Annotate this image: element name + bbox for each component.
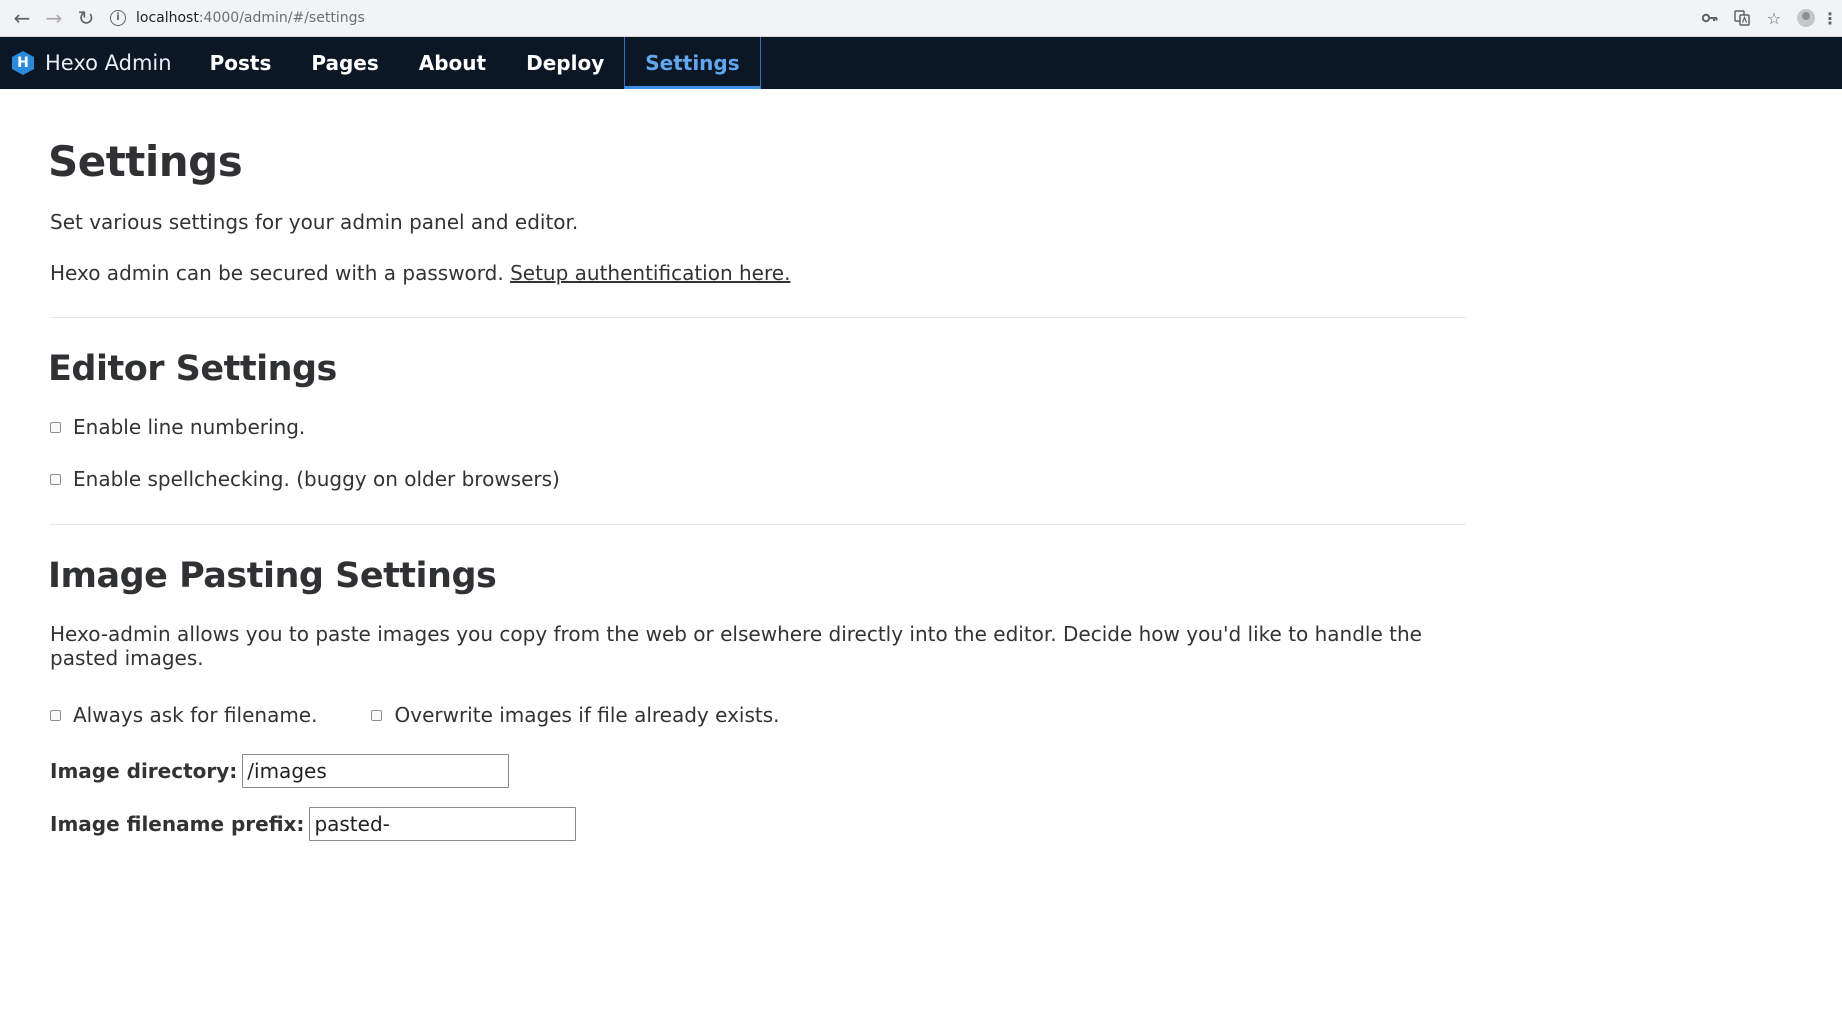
- overwrite-option[interactable]: Overwrite images if file already exists.: [369, 703, 780, 727]
- address-bar[interactable]: i localhost:4000/admin/#/settings: [110, 4, 1694, 32]
- nav-pages[interactable]: Pages: [291, 37, 398, 89]
- line-numbering-option[interactable]: Enable line numbering.: [48, 415, 1468, 439]
- reload-icon[interactable]: ↻: [70, 2, 102, 34]
- setup-auth-link[interactable]: Setup authentification here.: [510, 261, 790, 285]
- hexo-logo-icon: H: [12, 51, 34, 75]
- image-prefix-label: Image filename prefix:: [50, 812, 305, 836]
- settings-content: Settings Set various settings for your a…: [0, 89, 1468, 841]
- page-title: Settings: [48, 137, 243, 186]
- back-arrow-icon[interactable]: ←: [6, 2, 38, 34]
- editor-settings-heading: Editor Settings: [48, 349, 337, 389]
- line-numbering-checkbox[interactable]: [50, 421, 61, 433]
- key-icon[interactable]: [1694, 2, 1726, 34]
- spellcheck-option[interactable]: Enable spellchecking. (buggy on older br…: [48, 467, 1468, 491]
- translate-icon[interactable]: [1726, 2, 1758, 34]
- image-directory-label: Image directory:: [50, 759, 238, 783]
- url-path: :4000/admin/#/settings: [198, 10, 365, 26]
- nav-settings[interactable]: Settings: [624, 37, 761, 89]
- auth-text: Hexo admin can be secured with a passwor…: [50, 261, 511, 285]
- image-prefix-row: Image filename prefix:: [48, 807, 1468, 841]
- forward-arrow-icon[interactable]: →: [38, 2, 70, 34]
- image-directory-input[interactable]: [242, 754, 510, 788]
- nav-posts[interactable]: Posts: [190, 37, 292, 89]
- url-host: localhost: [136, 10, 199, 26]
- auth-paragraph: Hexo admin can be secured with a passwor…: [48, 261, 1468, 285]
- brand-name: Hexo Admin: [45, 51, 172, 75]
- overwrite-checkbox[interactable]: [371, 709, 383, 721]
- line-numbering-label: Enable line numbering.: [73, 415, 306, 439]
- ask-filename-label: Always ask for filename.: [73, 703, 318, 727]
- image-prefix-input[interactable]: [309, 807, 577, 841]
- image-settings-heading: Image Pasting Settings: [48, 556, 497, 596]
- overwrite-label: Overwrite images if file already exists.: [394, 703, 780, 727]
- image-settings-description: Hexo-admin allows you to paste images yo…: [50, 622, 1422, 670]
- image-options: Always ask for filename. Overwrite image…: [48, 703, 1468, 727]
- spellcheck-label: Enable spellchecking. (buggy on older br…: [73, 467, 560, 491]
- bookmark-star-icon[interactable]: ☆: [1758, 2, 1790, 34]
- spellcheck-checkbox[interactable]: [50, 473, 61, 485]
- ask-filename-checkbox[interactable]: [50, 709, 61, 721]
- nav-about[interactable]: About: [399, 37, 506, 89]
- info-icon[interactable]: i: [110, 10, 126, 26]
- app-navbar: H Hexo Admin Posts Pages About Deploy Se…: [0, 37, 1842, 89]
- browser-toolbar: ← → ↻ i localhost:4000/admin/#/settings …: [0, 0, 1842, 37]
- intro-text: Set various settings for your admin pane…: [50, 210, 579, 234]
- divider: [50, 317, 1466, 318]
- nav-deploy[interactable]: Deploy: [506, 37, 624, 89]
- divider: [50, 524, 1466, 525]
- profile-avatar-icon[interactable]: [1790, 2, 1822, 34]
- ask-filename-option[interactable]: Always ask for filename.: [48, 703, 317, 727]
- kebab-menu-icon[interactable]: ⋮: [1822, 2, 1838, 34]
- image-directory-row: Image directory:: [48, 754, 1468, 788]
- brand[interactable]: H Hexo Admin: [0, 37, 190, 89]
